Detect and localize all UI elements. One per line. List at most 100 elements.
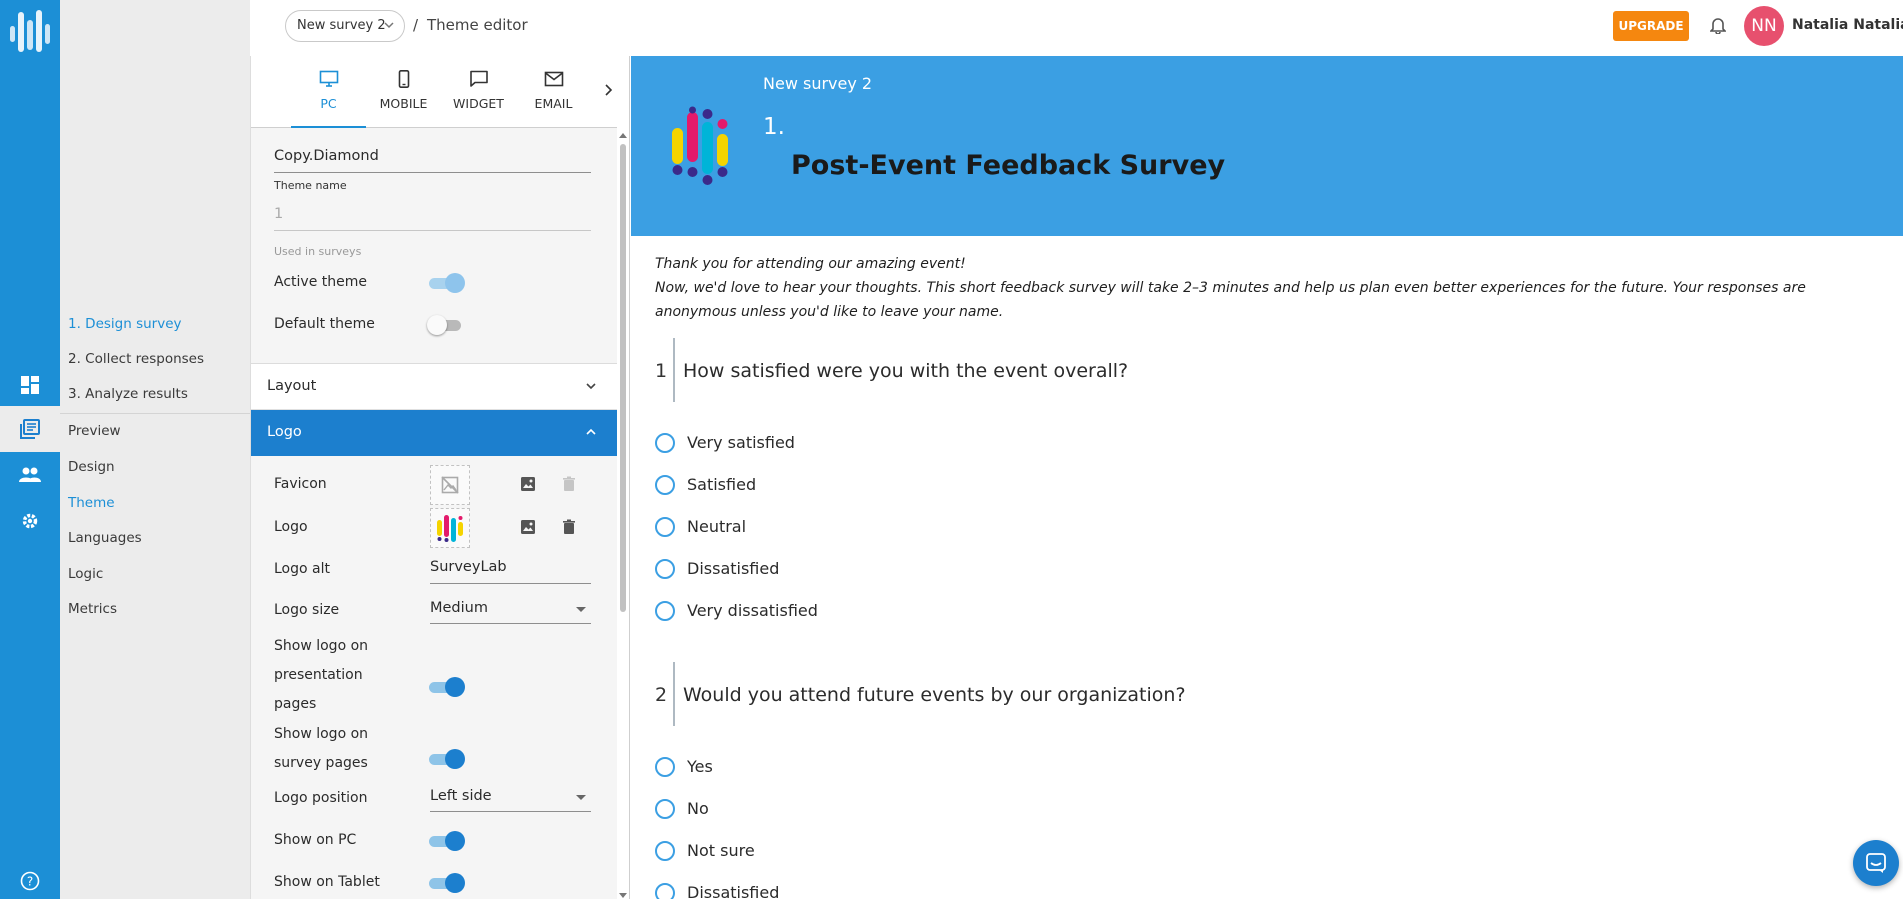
image-upload-icon[interactable] [520, 476, 536, 492]
survey-intro: Thank you for attending our amazing even… [655, 252, 1875, 324]
tab-pc-label: PC [320, 96, 337, 111]
sidebar-item-languages[interactable]: Languages [68, 530, 142, 546]
scroll-thumb[interactable] [620, 144, 626, 612]
image-upload-icon[interactable] [520, 519, 536, 535]
logo-alt-input[interactable]: SurveyLab [430, 555, 591, 584]
logo-position-select[interactable]: Left side [430, 782, 591, 812]
tab-mobile[interactable]: MOBILE [366, 56, 441, 128]
logo-size-select[interactable]: Medium [430, 594, 591, 624]
chevron-right-icon[interactable] [603, 84, 613, 96]
show-logo-survey-toggle[interactable] [427, 748, 465, 770]
tab-email[interactable]: EMAIL [516, 56, 591, 128]
show-logo-presentation-toggle[interactable] [427, 676, 465, 698]
intro-line-1: Thank you for attending our amazing even… [655, 256, 966, 272]
radio-button[interactable] [655, 601, 675, 621]
settings-nav-button[interactable] [0, 498, 60, 544]
sidebar-item-logic[interactable]: Logic [68, 566, 103, 582]
question-divider [673, 662, 675, 726]
tab-pc[interactable]: PC [291, 56, 366, 128]
theme-name-caption: Theme name [274, 179, 347, 192]
app-logo-icon[interactable] [8, 6, 54, 58]
question-divider [673, 338, 675, 402]
survey-banner: New survey 2 1. Post-Event Feedback Surv… [631, 56, 1903, 236]
radio-button[interactable] [655, 799, 675, 819]
show-on-pc-label: Show on PC [274, 832, 357, 848]
step-design-survey[interactable]: 1. Design survey [68, 316, 182, 332]
logo-preview[interactable] [430, 508, 470, 548]
sidebar-item-theme[interactable]: Theme [68, 495, 115, 511]
option-label: Very dissatisfied [687, 601, 818, 620]
show-logo-survey-label: Show logo on survey pages [274, 726, 369, 771]
no-image-icon [441, 476, 459, 494]
option-label: Satisfied [687, 475, 757, 494]
gear-icon [22, 513, 38, 529]
logo-size-label: Logo size [274, 602, 340, 618]
radio-button[interactable] [655, 883, 675, 899]
banner-page-number: 1. [763, 114, 785, 140]
bell-icon[interactable] [1710, 16, 1726, 34]
option-label: Dissatisfied [687, 559, 780, 578]
breadcrumb-separator: / [413, 16, 419, 34]
tab-widget[interactable]: WIDGET [441, 56, 516, 128]
logo-label: Logo [274, 519, 308, 535]
show-on-pc-toggle[interactable] [427, 830, 465, 852]
banner-survey-name: New survey 2 [763, 74, 873, 93]
top-bar: New survey 2 / Theme editor UPGRADE NN N… [250, 0, 1903, 56]
caret-down-icon [576, 795, 586, 800]
app-rail: ? [0, 0, 60, 899]
radio-button[interactable] [655, 433, 675, 453]
radio-button[interactable] [655, 841, 675, 861]
trash-icon[interactable] [562, 519, 576, 535]
editor-scrollbar[interactable] [619, 132, 627, 899]
trash-icon[interactable] [562, 476, 576, 492]
option-label: Not sure [687, 841, 755, 860]
user-name[interactable]: Natalia Natalia [1792, 17, 1903, 33]
step-collect-responses[interactable]: 2. Collect responses [68, 351, 204, 367]
radio-button[interactable] [655, 559, 675, 579]
chat-bubble-icon [1866, 853, 1886, 873]
logo-section-header[interactable]: Logo [251, 410, 617, 456]
upgrade-button[interactable]: UPGRADE [1613, 11, 1689, 41]
question-number: 2 [655, 684, 668, 706]
favicon-preview[interactable] [430, 465, 470, 505]
default-theme-toggle[interactable] [427, 314, 465, 336]
show-on-tablet-label: Show on Tablet [274, 874, 380, 890]
used-in-surveys-field: 1 [274, 202, 591, 231]
dashboard-nav-button[interactable] [0, 362, 60, 408]
theme-name-input[interactable]: Copy.Diamond [274, 144, 591, 173]
tab-mobile-label: MOBILE [379, 96, 428, 111]
scroll-down-icon[interactable] [619, 893, 627, 899]
question-text: How satisfied were you with the event ov… [683, 360, 1129, 382]
step-analyze-results[interactable]: 3. Analyze results [68, 386, 188, 402]
monitor-icon [319, 70, 339, 87]
scroll-up-icon[interactable] [619, 132, 627, 138]
surveys-nav-button[interactable] [0, 406, 60, 452]
layout-section-label: Layout [267, 378, 317, 394]
caret-down-icon [576, 607, 586, 612]
layout-section-header[interactable]: Layout [251, 364, 617, 410]
avatar[interactable]: NN [1744, 6, 1784, 46]
radio-button[interactable] [655, 517, 675, 537]
chevron-up-icon [586, 428, 596, 435]
default-theme-label: Default theme [274, 316, 375, 332]
radio-button[interactable] [655, 475, 675, 495]
people-icon [19, 467, 41, 482]
sidebar-item-design[interactable]: Design [68, 459, 115, 475]
logo-position-label: Logo position [274, 790, 368, 806]
contacts-nav-button[interactable] [0, 452, 60, 498]
active-theme-toggle[interactable] [427, 272, 465, 294]
tab-email-label: EMAIL [534, 96, 573, 111]
survey-sidebar: 1. Design survey 2. Collect responses 3.… [60, 0, 250, 899]
chevron-down-icon [586, 383, 596, 390]
phone-icon [398, 70, 410, 88]
sidebar-item-preview[interactable]: Preview [68, 423, 121, 439]
sidebar-item-metrics[interactable]: Metrics [68, 601, 117, 617]
radio-button[interactable] [655, 757, 675, 777]
show-on-tablet-toggle[interactable] [427, 872, 465, 894]
chat-widget-button[interactable] [1853, 840, 1899, 886]
logo-alt-label: Logo alt [274, 561, 330, 577]
survey-selector[interactable]: New survey 2 [285, 10, 405, 42]
dashboard-icon [21, 376, 39, 394]
help-icon[interactable]: ? [20, 871, 40, 891]
logo-section: Favicon Logo Logo alt SurveyLab Logo siz… [251, 456, 617, 899]
